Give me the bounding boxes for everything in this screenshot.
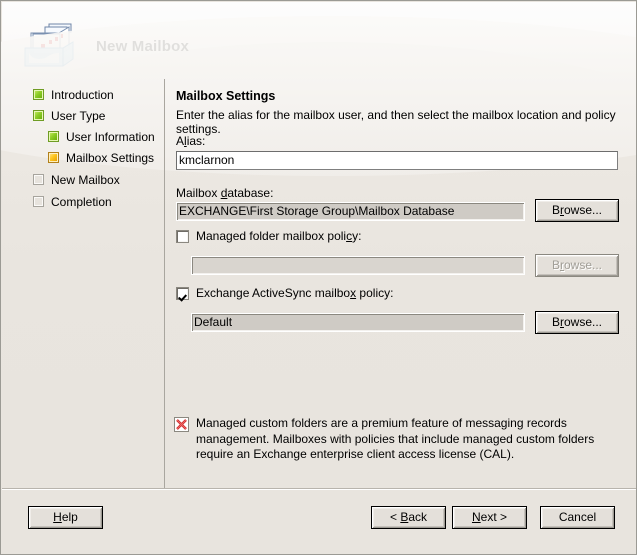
mailbox-database-value: EXCHANGE\First Storage Group\Mailbox Dat… (176, 202, 525, 221)
sidebar-item-mailbox-settings[interactable]: Mailbox Settings (48, 149, 154, 166)
sidebar-item-introduction[interactable]: Introduction (33, 86, 114, 103)
next-button[interactable]: Next > (452, 506, 527, 529)
activesync-policy-checkbox-row[interactable]: Exchange ActiveSync mailbox policy: (176, 286, 393, 300)
help-button[interactable]: Help (28, 506, 103, 529)
activesync-policy-label: Exchange ActiveSync mailbox policy: (196, 286, 394, 300)
back-button[interactable]: < Back (371, 506, 446, 529)
status-square-orange-icon (48, 152, 59, 163)
alias-input[interactable]: kmclarnon (176, 151, 618, 170)
broken-image-red-x-icon (174, 417, 189, 432)
status-square-empty-icon (33, 196, 44, 207)
sidebar-item-new-mailbox[interactable]: New Mailbox (33, 171, 120, 188)
activesync-policy-browse-button[interactable]: Browse... (535, 311, 619, 334)
sidebar-item-label: User Information (66, 129, 155, 144)
mailbox-database-browse-button[interactable]: Browse... (535, 199, 619, 222)
managed-folder-policy-checkbox-row[interactable]: Managed folder mailbox policy: (176, 229, 361, 243)
sidebar-item-label: New Mailbox (51, 172, 120, 187)
wizard-footer: Help < Back Next > Cancel (2, 488, 636, 554)
wizard-steps-sidebar: Introduction User Type User Information … (2, 76, 164, 489)
activesync-policy-checkbox[interactable] (176, 286, 189, 300)
managed-folder-policy-label: Managed folder mailbox policy: (196, 229, 362, 243)
pane-description: Enter the alias for the mailbox user, an… (176, 108, 616, 136)
status-square-green-icon (33, 110, 44, 121)
premium-feature-note: Managed custom folders are a premium fea… (174, 416, 629, 463)
status-square-empty-icon (33, 174, 44, 185)
mailbox-settings-pane: Mailbox Settings Enter the alias for the… (165, 76, 636, 489)
premium-feature-note-text: Managed custom folders are a premium fea… (196, 416, 595, 461)
cancel-button[interactable]: Cancel (540, 506, 615, 529)
pane-heading: Mailbox Settings (176, 89, 276, 103)
managed-folder-policy-value (191, 256, 525, 275)
status-square-green-icon (48, 131, 59, 142)
sidebar-item-label: Introduction (51, 87, 114, 102)
activesync-policy-value: Default (191, 313, 525, 332)
new-mailbox-wizard: New Mailbox Introduction User Type User … (0, 0, 637, 555)
managed-folder-policy-checkbox[interactable] (176, 229, 189, 243)
sidebar-item-completion[interactable]: Completion (33, 193, 112, 210)
sidebar-item-user-type[interactable]: User Type (33, 107, 105, 124)
sidebar-item-label: User Type (51, 108, 106, 123)
wizard-content: Introduction User Type User Information … (1, 16, 636, 489)
sidebar-item-label: Mailbox Settings (66, 150, 155, 165)
alias-label: Alias: (176, 134, 206, 148)
status-square-green-icon (33, 89, 44, 100)
sidebar-item-label: Completion (51, 194, 112, 209)
managed-folder-policy-browse-button: Browse... (535, 254, 619, 277)
mailbox-database-label: Mailbox database: (176, 186, 274, 200)
sidebar-item-user-information[interactable]: User Information (48, 128, 155, 145)
